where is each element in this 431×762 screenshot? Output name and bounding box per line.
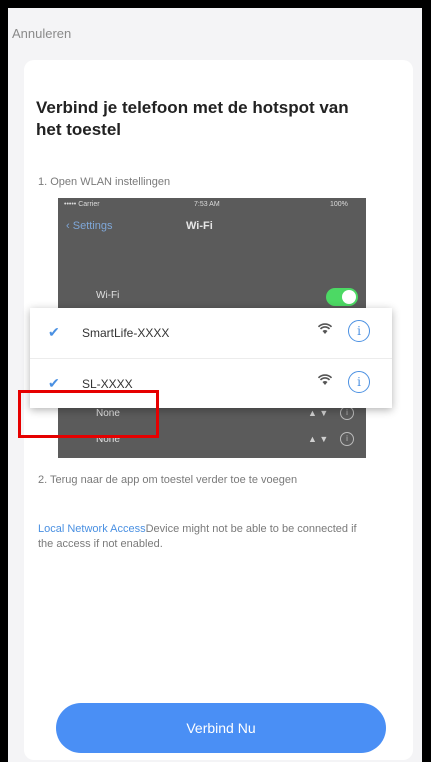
wifi-signal-icon	[317, 323, 333, 338]
red-highlight-box	[18, 390, 159, 438]
battery-text: 100%	[330, 201, 348, 208]
info-icon: i	[348, 320, 370, 342]
network-name: SL-XXXX	[82, 377, 133, 391]
time-text: 7:53 AM	[194, 201, 220, 208]
connect-now-button[interactable]: Verbind Nu	[56, 703, 386, 753]
wifi-toggle	[326, 288, 358, 306]
network-row: ✔ SmartLife-XXXX i	[30, 308, 392, 358]
local-network-access-link[interactable]: Local Network Access	[38, 523, 146, 535]
local-network-note: Local Network AccessDevice might not be …	[38, 522, 368, 552]
checkmark-icon: ✔	[48, 324, 60, 340]
status-bar: ••••• Carrier 7:53 AM 100%	[58, 198, 366, 212]
wifi-label: Wi-Fi	[96, 290, 120, 301]
wifi-page-title: Wi-Fi	[186, 220, 213, 232]
cancel-button[interactable]: Annuleren	[12, 26, 71, 41]
step-1-text: 1. Open WLAN instellingen	[38, 176, 171, 188]
lock-wifi-icon: ▲ ▼	[308, 408, 329, 418]
carrier-text: ••••• Carrier	[64, 201, 100, 208]
back-label: Settings	[72, 220, 113, 232]
lock-wifi-icon: ▲ ▼	[308, 434, 329, 444]
nav-bar: ‹ Settings Wi-Fi	[58, 212, 366, 242]
step-2-text: 2. Terug naar de app om toestel verder t…	[38, 474, 298, 486]
wifi-signal-icon	[317, 374, 333, 389]
network-name: SmartLife-XXXX	[82, 326, 170, 340]
info-icon-small: i	[340, 432, 354, 446]
info-icon: i	[348, 371, 370, 393]
page-title: Verbind je telefoon met de hotspot van h…	[36, 98, 349, 139]
back-link: ‹ Settings	[66, 220, 113, 232]
